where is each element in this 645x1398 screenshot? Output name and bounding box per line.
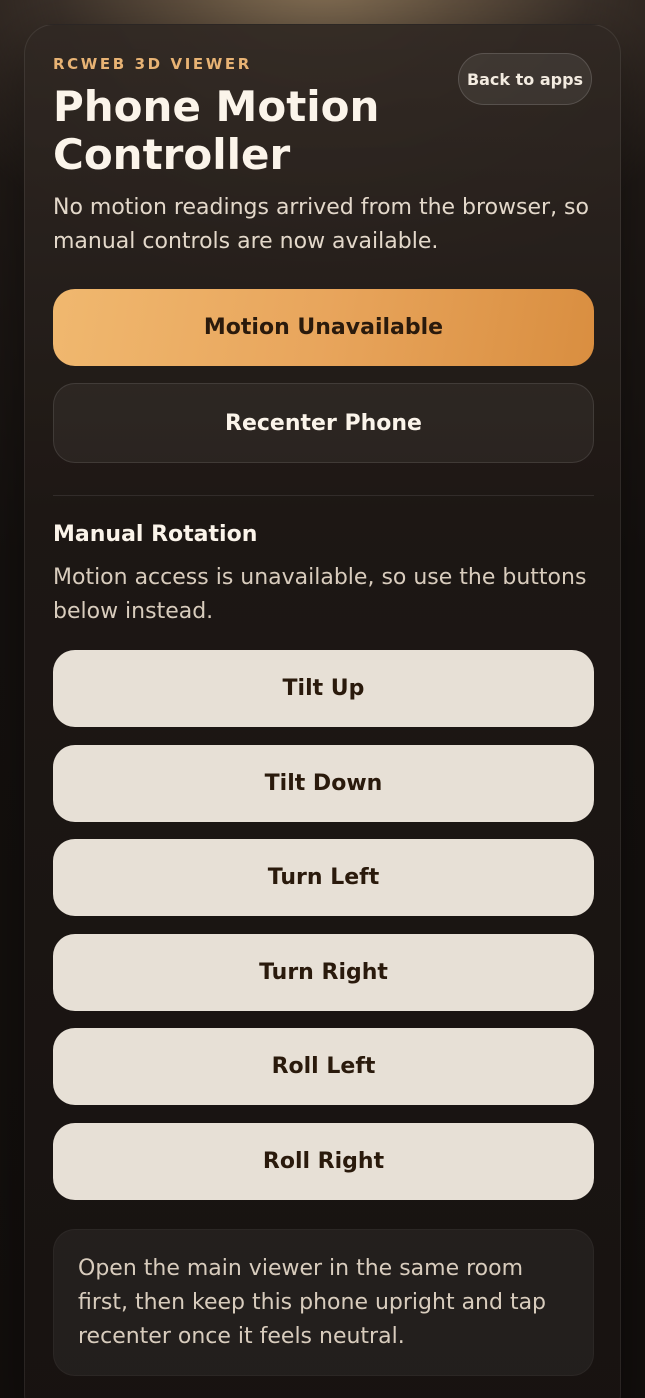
manual-rotation-heading: Manual Rotation — [53, 522, 258, 547]
section-divider — [53, 495, 594, 496]
back-to-apps-button[interactable]: Back to apps — [458, 53, 592, 105]
rotation-button-list: Tilt Up Tilt Down Turn Left Turn Right R… — [53, 650, 594, 1218]
motion-unavailable-button[interactable]: Motion Unavailable — [53, 289, 594, 366]
turn-left-button[interactable]: Turn Left — [53, 839, 594, 917]
tilt-down-button[interactable]: Tilt Down — [53, 744, 594, 822]
instructions-note: Open the main viewer in the same room fi… — [53, 1229, 594, 1376]
roll-left-button[interactable]: Roll Left — [53, 1028, 594, 1106]
status-message: No motion readings arrived from the brow… — [53, 195, 589, 254]
tilt-up-button[interactable]: Tilt Up — [53, 650, 594, 727]
page-title: Phone Motion Controller — [53, 82, 380, 179]
turn-right-button[interactable]: Turn Right — [53, 933, 594, 1011]
recenter-phone-button[interactable]: Recenter Phone — [53, 383, 594, 463]
roll-right-button[interactable]: Roll Right — [53, 1122, 594, 1200]
app-eyebrow: RCWEB 3D VIEWER — [53, 55, 252, 73]
manual-rotation-description: Motion access is unavailable, so use the… — [53, 565, 587, 624]
controller-card: RCWEB 3D VIEWER Back to apps Phone Motio… — [24, 24, 621, 1398]
